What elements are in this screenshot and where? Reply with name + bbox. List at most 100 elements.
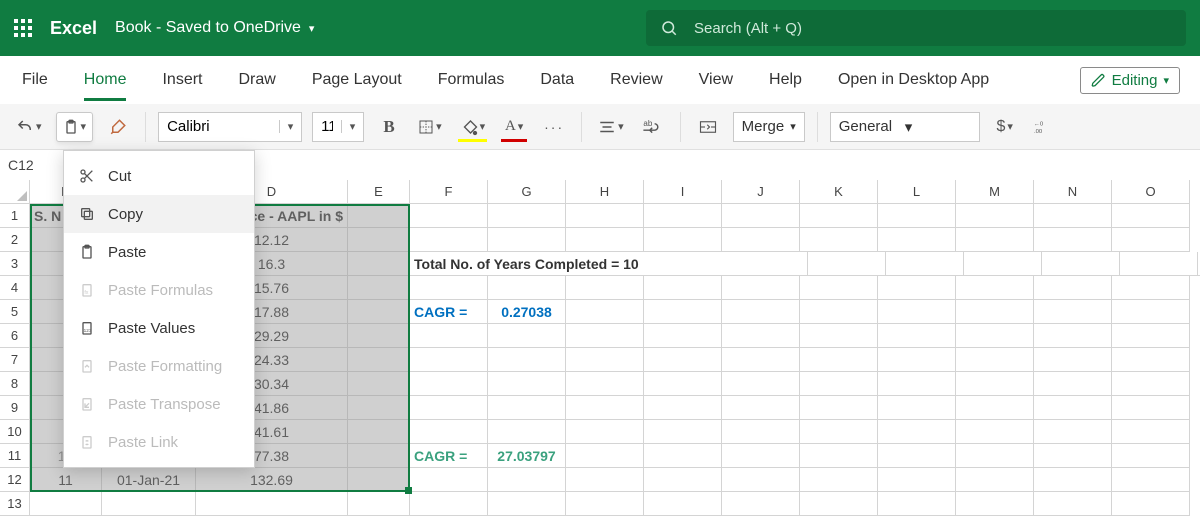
cell[interactable]: [644, 228, 722, 252]
tab-data[interactable]: Data: [540, 71, 574, 89]
cell[interactable]: 01-Jan-21: [102, 468, 196, 492]
cell[interactable]: [956, 372, 1034, 396]
paste-split-button[interactable]: ▾: [56, 112, 94, 142]
row-header[interactable]: 3: [0, 252, 30, 276]
cell[interactable]: [800, 228, 878, 252]
cell[interactable]: [878, 444, 956, 468]
cell[interactable]: [644, 300, 722, 324]
menu-paste-values[interactable]: 123 Paste Values: [64, 309, 254, 347]
cell[interactable]: [722, 492, 800, 516]
cell[interactable]: [1112, 372, 1190, 396]
cell[interactable]: [878, 276, 956, 300]
cell[interactable]: [566, 300, 644, 324]
cell[interactable]: [956, 204, 1034, 228]
col-header[interactable]: K: [800, 180, 878, 204]
cell[interactable]: [1034, 276, 1112, 300]
cell[interactable]: [878, 228, 956, 252]
cell[interactable]: [800, 372, 878, 396]
cell[interactable]: [410, 324, 488, 348]
select-all-corner[interactable]: [0, 180, 30, 204]
decimal-adjust-button[interactable]: ←0.00: [1030, 112, 1060, 142]
row-header[interactable]: 1: [0, 204, 30, 228]
cell[interactable]: [488, 324, 566, 348]
bold-button[interactable]: B: [374, 112, 404, 142]
row-header[interactable]: 12: [0, 468, 30, 492]
cell[interactable]: [348, 348, 410, 372]
name-box[interactable]: C12: [4, 157, 58, 173]
cell[interactable]: [730, 252, 808, 276]
cell[interactable]: [348, 300, 410, 324]
cell[interactable]: [722, 372, 800, 396]
tab-draw[interactable]: Draw: [238, 71, 275, 89]
cell[interactable]: [800, 276, 878, 300]
cell[interactable]: [800, 468, 878, 492]
cell[interactable]: [644, 420, 722, 444]
editing-mode-button[interactable]: Editing ▾: [1080, 67, 1180, 94]
cell[interactable]: [410, 348, 488, 372]
cell[interactable]: [722, 276, 800, 300]
document-title[interactable]: Book - Saved to OneDrive ▾: [115, 19, 314, 37]
row-header[interactable]: 9: [0, 396, 30, 420]
cell[interactable]: [644, 372, 722, 396]
cell[interactable]: [1112, 420, 1190, 444]
tab-review[interactable]: Review: [610, 71, 662, 89]
row-header[interactable]: 2: [0, 228, 30, 252]
cell[interactable]: [956, 276, 1034, 300]
cell[interactable]: [644, 276, 722, 300]
cell[interactable]: [196, 492, 348, 516]
cell[interactable]: [410, 204, 488, 228]
cell[interactable]: [1112, 444, 1190, 468]
cell[interactable]: [1112, 300, 1190, 324]
tab-view[interactable]: View: [699, 71, 733, 89]
cell[interactable]: [878, 492, 956, 516]
cell[interactable]: [566, 396, 644, 420]
cell[interactable]: [800, 300, 878, 324]
row-header[interactable]: 7: [0, 348, 30, 372]
cell[interactable]: [956, 324, 1034, 348]
cell[interactable]: [566, 492, 644, 516]
tab-help[interactable]: Help: [769, 71, 802, 89]
cell[interactable]: [410, 396, 488, 420]
cell[interactable]: [1112, 228, 1190, 252]
cell[interactable]: [348, 372, 410, 396]
accounting-format-button[interactable]: $▾: [990, 112, 1020, 142]
cell[interactable]: [878, 300, 956, 324]
cell[interactable]: [1034, 324, 1112, 348]
cell[interactable]: [410, 228, 488, 252]
cell[interactable]: [722, 300, 800, 324]
cell[interactable]: [1120, 252, 1198, 276]
cell[interactable]: [488, 468, 566, 492]
font-size-input[interactable]: [313, 118, 341, 135]
cell[interactable]: [644, 492, 722, 516]
chevron-down-icon[interactable]: ▾: [279, 120, 301, 133]
cell[interactable]: [348, 276, 410, 300]
cell[interactable]: [410, 492, 488, 516]
cell[interactable]: CAGR =: [410, 444, 488, 468]
cell[interactable]: [1112, 468, 1190, 492]
cell[interactable]: [956, 444, 1034, 468]
cell[interactable]: [722, 324, 800, 348]
tab-home[interactable]: Home: [84, 71, 127, 89]
cell[interactable]: [488, 204, 566, 228]
cell[interactable]: [102, 492, 196, 516]
number-format-select[interactable]: General ▾: [830, 112, 980, 142]
row-header[interactable]: 4: [0, 276, 30, 300]
row-header[interactable]: 10: [0, 420, 30, 444]
cell[interactable]: [488, 372, 566, 396]
tab-file[interactable]: File: [22, 71, 48, 89]
cell[interactable]: [886, 252, 964, 276]
cell[interactable]: [878, 420, 956, 444]
cell[interactable]: [878, 372, 956, 396]
align-button[interactable]: ▾: [594, 112, 628, 142]
cell[interactable]: [488, 420, 566, 444]
open-in-desktop-button[interactable]: Open in Desktop App: [838, 71, 989, 89]
cell[interactable]: [30, 492, 102, 516]
cell[interactable]: [722, 420, 800, 444]
col-header[interactable]: F: [410, 180, 488, 204]
cell[interactable]: [1034, 228, 1112, 252]
cell[interactable]: [1034, 420, 1112, 444]
cell[interactable]: [348, 444, 410, 468]
cell[interactable]: [488, 396, 566, 420]
wrap-text-button[interactable]: ab: [638, 112, 668, 142]
cell[interactable]: [878, 468, 956, 492]
